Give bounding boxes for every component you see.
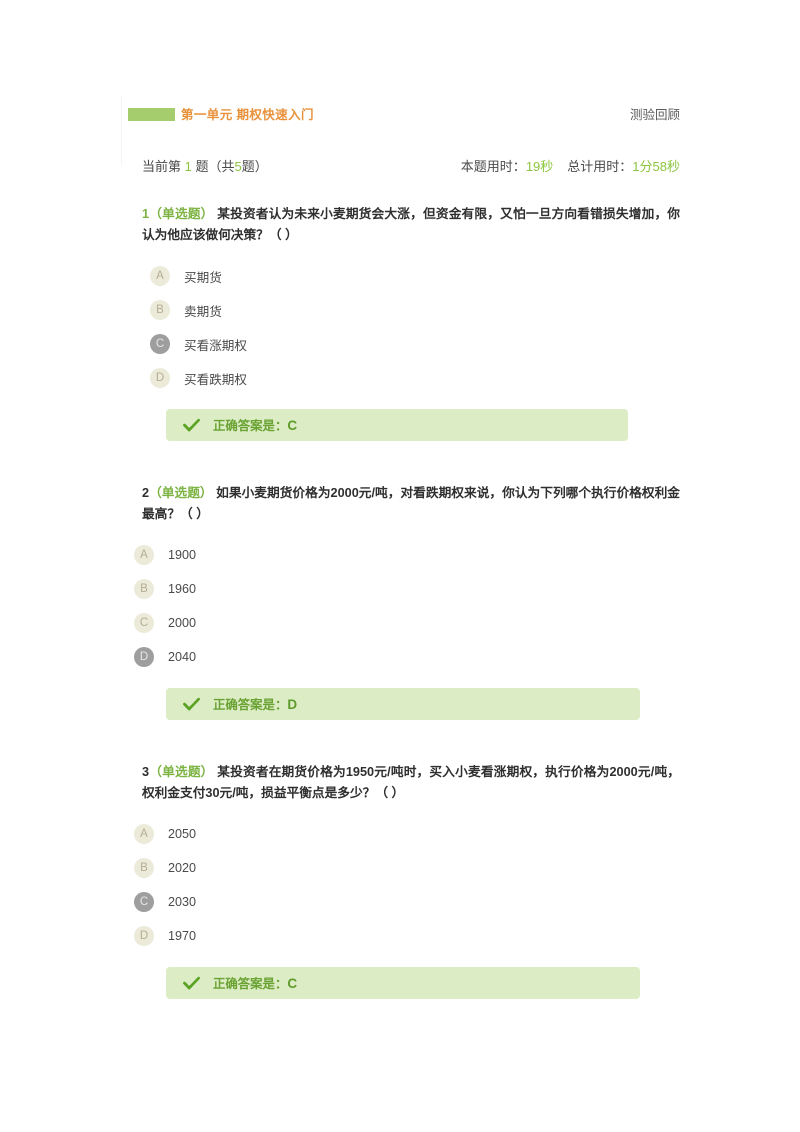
option-label[interactable]: 2040: [168, 650, 196, 664]
option-marker-c[interactable]: C: [150, 334, 170, 355]
option-marker-b[interactable]: B: [150, 300, 170, 321]
unit-accent-bar: [128, 108, 175, 121]
question-body: 某投资者认为未来小麦期货会大涨，但资金有限，又怕一旦方向看错损失增加，你认为他应…: [142, 207, 680, 242]
page-left-edge: [121, 95, 122, 165]
current-mid: 题（共: [191, 159, 235, 174]
option-marker-d[interactable]: D: [134, 647, 154, 668]
option-marker-c[interactable]: C: [134, 892, 154, 913]
option-row[interactable]: D 2040: [134, 640, 680, 674]
answer-letter: C: [287, 976, 298, 992]
question-type: （单选题）: [149, 765, 214, 780]
option-label[interactable]: 买看涨期权: [184, 335, 247, 354]
question-type: （单选题）: [149, 207, 214, 221]
quiz-review-page: 第一单元 期权快速入门 测验回顾 当前第 1 题（共5题） 本题用时：19秒 总计…: [0, 0, 800, 1132]
question-time-label: 本题用时：: [460, 159, 526, 174]
option-row[interactable]: D 1970: [134, 919, 680, 953]
answer-label: 正确答案是：: [213, 977, 288, 992]
correct-answer-text: 正确答案是：D: [213, 695, 297, 713]
question-type: （单选题）: [149, 486, 213, 501]
option-list: A 买期货 B 卖期货 C 买看涨期权 D 买看跌期权: [150, 259, 680, 395]
question-number: 3: [142, 765, 150, 780]
current-question-indicator: 当前第 1 题（共5题）: [142, 156, 268, 175]
question-text: 2（单选题） 如果小麦期货价格为2000元/吨，对看跌期权来说，你认为下列哪个执…: [142, 483, 680, 524]
question-number: 1: [142, 207, 150, 221]
option-row[interactable]: C 2000: [134, 606, 680, 640]
question-block: 1（单选题） 某投资者认为未来小麦期货会大涨，但资金有限，又怕一旦方向看错损失增…: [128, 204, 680, 442]
option-label[interactable]: 卖期货: [184, 301, 222, 320]
total-time-label: 总计用时：: [567, 159, 633, 174]
option-marker-c[interactable]: C: [134, 613, 154, 634]
question-body: 某投资者在期货价格为1950元/吨时，买入小麦看涨期权，执行价格为2000元/吨…: [142, 765, 680, 800]
check-icon: [183, 418, 200, 432]
option-row[interactable]: B 1960: [134, 572, 680, 606]
check-icon: [183, 697, 200, 711]
option-marker-a[interactable]: A: [134, 824, 154, 845]
correct-answer-text: 正确答案是：C: [213, 416, 297, 434]
answer-letter: C: [287, 418, 298, 434]
quiz-content: 第一单元 期权快速入门 测验回顾 当前第 1 题（共5题） 本题用时：19秒 总计…: [128, 104, 680, 1000]
current-question-number: 1: [184, 159, 192, 174]
total-question-number: 5: [234, 159, 242, 174]
answer-label: 正确答案是：: [213, 698, 288, 713]
current-prefix: 当前第: [142, 159, 185, 174]
total-time-value: 1分58秒: [632, 159, 680, 174]
option-row[interactable]: B 卖期货: [150, 293, 680, 327]
option-row[interactable]: A 2050: [134, 817, 680, 851]
option-label[interactable]: 1970: [168, 929, 196, 943]
option-label[interactable]: 买看跌期权: [184, 369, 247, 388]
option-marker-a[interactable]: A: [134, 545, 154, 566]
option-row[interactable]: B 2020: [134, 851, 680, 885]
unit-header: 第一单元 期权快速入门 测验回顾: [128, 104, 680, 128]
question-time-value: 19秒: [525, 159, 554, 174]
option-marker-d[interactable]: D: [134, 926, 154, 947]
timer-group: 本题用时：19秒 总计用时：1分58秒: [461, 156, 680, 175]
question-text: 1（单选题） 某投资者认为未来小麦期货会大涨，但资金有限，又怕一旦方向看错损失增…: [142, 204, 680, 245]
question-number: 2: [142, 486, 150, 501]
option-row[interactable]: C 买看涨期权: [150, 327, 680, 361]
review-link[interactable]: 测验回顾: [630, 104, 680, 123]
option-label[interactable]: 2000: [168, 616, 196, 630]
option-marker-d[interactable]: D: [150, 368, 170, 389]
correct-answer-banner: 正确答案是：D: [166, 688, 640, 721]
check-icon: [183, 976, 200, 990]
correct-answer-text: 正确答案是：C: [213, 974, 297, 992]
option-marker-b[interactable]: B: [134, 858, 154, 879]
option-label[interactable]: 2030: [168, 895, 196, 909]
answer-label: 正确答案是：: [213, 419, 288, 434]
quiz-status-row: 当前第 1 题（共5题） 本题用时：19秒 总计用时：1分58秒: [128, 156, 680, 178]
question-text: 3（单选题） 某投资者在期货价格为1950元/吨时，买入小麦看涨期权，执行价格为…: [142, 762, 680, 803]
question-block: 3（单选题） 某投资者在期货价格为1950元/吨时，买入小麦看涨期权，执行价格为…: [128, 762, 680, 1000]
unit-title: 第一单元 期权快速入门: [181, 108, 314, 122]
option-label[interactable]: 买期货: [184, 267, 222, 286]
answer-letter: D: [287, 697, 298, 713]
option-row[interactable]: C 2030: [134, 885, 680, 919]
option-label[interactable]: 2050: [168, 827, 196, 841]
option-list: A 2050 B 2020 C 2030 D 1970: [134, 817, 680, 953]
option-row[interactable]: A 1900: [134, 538, 680, 572]
current-suffix: 题）: [241, 159, 268, 174]
question-body: 如果小麦期货价格为2000元/吨，对看跌期权来说，你认为下列哪个执行价格权利金最…: [142, 486, 680, 521]
correct-answer-banner: 正确答案是：C: [166, 409, 628, 442]
option-row[interactable]: A 买期货: [150, 259, 680, 293]
option-row[interactable]: D 买看跌期权: [150, 361, 680, 395]
option-label[interactable]: 1900: [168, 548, 196, 562]
question-block: 2（单选题） 如果小麦期货价格为2000元/吨，对看跌期权来说，你认为下列哪个执…: [128, 483, 680, 721]
option-marker-b[interactable]: B: [134, 579, 154, 600]
option-list: A 1900 B 1960 C 2000 D 2040: [134, 538, 680, 674]
option-marker-a[interactable]: A: [150, 266, 170, 287]
option-label[interactable]: 2020: [168, 861, 196, 875]
correct-answer-banner: 正确答案是：C: [166, 967, 640, 1000]
option-label[interactable]: 1960: [168, 582, 196, 596]
